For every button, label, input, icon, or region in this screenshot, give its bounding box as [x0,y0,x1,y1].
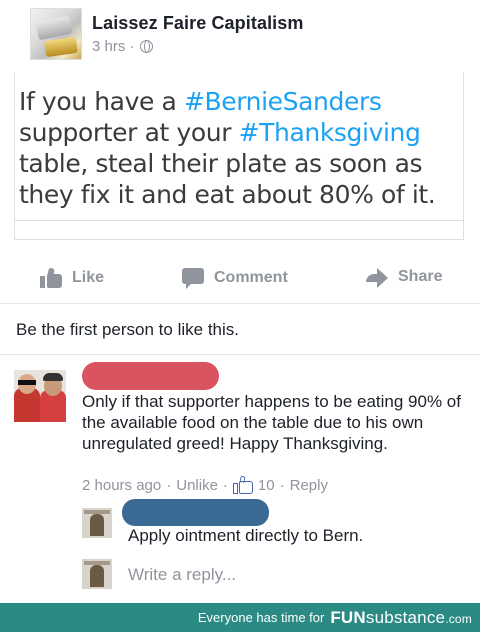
globe-icon [140,40,154,53]
redacted-commenter-name [82,362,219,390]
unlike-link[interactable]: Unlike [176,477,218,494]
like-count-icon [232,475,253,494]
shared-tweet-card[interactable]: If you have a #BernieSanders supporter a… [14,72,464,240]
shared-text-part-2: supporter at your [19,118,239,147]
page-name[interactable]: Laissez Faire Capitalism [92,13,304,34]
comment-meta-sep: · [222,476,228,494]
card-divider [15,220,463,221]
comment-meta-sep: · [166,476,172,494]
post-header: Laissez Faire Capitalism 3 hrs · [0,0,480,70]
footer-brand: FUNsubstance.com [330,608,472,628]
like-button[interactable]: Like [40,267,105,288]
page-avatar[interactable] [30,8,82,60]
post-meta: 3 hrs · [92,38,154,55]
shared-text-part-3: table, steal their plate as soon as they… [19,149,436,209]
reply-text: Apply ointment directly to Bern. [128,526,364,545]
redacted-replier-name [122,499,269,526]
comment-meta: 2 hours ago · Unlike · 10 · Reply [82,475,328,494]
shared-text-part-1: If you have a [19,87,184,116]
comment-text: Only if that supporter happens to be eat… [82,392,461,453]
comment-bubble-icon [182,268,204,289]
thumbs-up-icon [40,267,62,288]
likes-summary: Be the first person to like this. [16,320,239,339]
footer-brand-bold: FUN [330,607,366,627]
comment-button[interactable]: Comment [182,268,288,289]
action-bar: Like Comment Share [0,254,480,304]
gold-bar-icon [44,36,78,58]
like-label: Like [72,269,105,286]
share-button[interactable]: Share [366,268,443,288]
footer-tagline: Everyone has time for [197,610,325,625]
post-time[interactable]: 3 hrs [92,38,125,55]
reply-link[interactable]: Reply [290,477,328,494]
meta-separator: · [129,38,135,55]
shared-text: If you have a #BernieSanders supporter a… [19,86,461,210]
share-label: Share [398,268,443,285]
commenter-avatar[interactable] [14,370,66,422]
comment-label: Comment [214,269,288,286]
comment-meta-sep: · [279,476,285,494]
comment-time[interactable]: 2 hours ago [82,477,161,494]
footer-brand-tld: .com [445,611,472,626]
hashtag-thanksgiving[interactable]: #Thanksgiving [239,118,421,147]
write-reply-input[interactable]: Write a reply... [128,565,236,585]
hashtag-berniesanders[interactable]: #BernieSanders [184,87,382,116]
comment-like-count[interactable]: 10 [258,477,275,494]
current-user-avatar [82,559,112,589]
replier-avatar[interactable] [82,508,112,538]
silver-bar-icon [35,15,73,41]
footer-brand-rest: substance [365,607,446,627]
watermark-footer: Everyone has time for FUNsubstance.com [0,603,480,632]
section-divider [0,354,480,355]
share-arrow-icon [366,268,388,288]
